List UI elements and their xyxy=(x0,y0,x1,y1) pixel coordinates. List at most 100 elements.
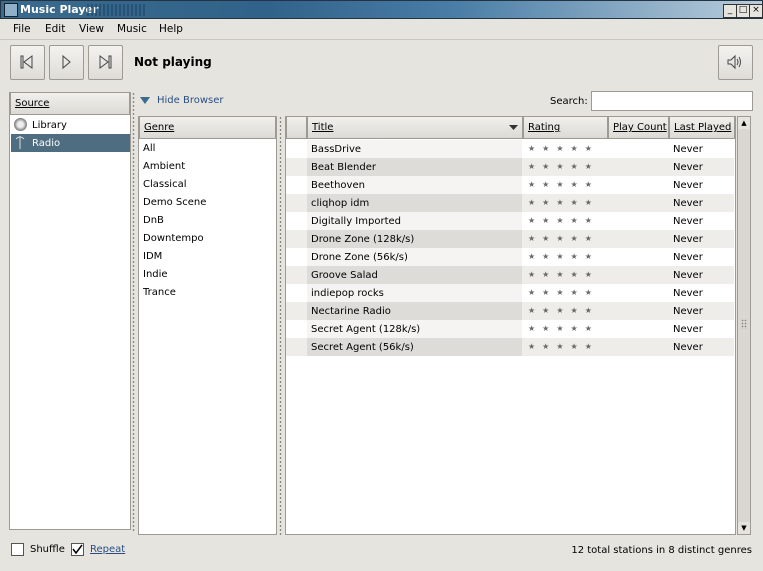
toolbar: Not playing xyxy=(0,40,763,87)
station-rating[interactable]: ★★★★★ xyxy=(528,270,599,279)
table-row[interactable]: cliqhop idm ★★★★★ Never xyxy=(286,194,734,212)
station-last-played: Never xyxy=(673,234,703,245)
playback-status: Not playing xyxy=(134,55,212,69)
station-last-played: Never xyxy=(673,144,703,155)
menu-help[interactable]: Help xyxy=(159,23,183,35)
genre-item[interactable]: Classical xyxy=(143,179,187,190)
station-last-played: Never xyxy=(673,306,703,317)
table-row[interactable]: Groove Salad ★★★★★ Never xyxy=(286,266,734,284)
search-label: Search: xyxy=(550,96,588,107)
next-button[interactable] xyxy=(88,45,123,80)
table-row[interactable]: BassDrive ★★★★★ Never xyxy=(286,140,734,158)
station-last-played: Never xyxy=(673,324,703,335)
station-rating[interactable]: ★★★★★ xyxy=(528,144,599,153)
last-played-column-header[interactable]: Last Played xyxy=(669,117,735,139)
app-icon xyxy=(4,3,18,17)
shuffle-checkbox[interactable] xyxy=(11,543,24,556)
station-last-played: Never xyxy=(673,162,703,173)
station-title: Secret Agent (128k/s) xyxy=(311,324,421,335)
scroll-down-button[interactable]: ▼ xyxy=(738,522,750,534)
genre-pane-splitter[interactable] xyxy=(279,116,282,535)
genre-item[interactable]: Demo Scene xyxy=(143,197,206,208)
genre-item[interactable]: Trance xyxy=(143,287,176,298)
station-rating[interactable]: ★★★★★ xyxy=(528,162,599,171)
station-rating[interactable]: ★★★★★ xyxy=(528,288,599,297)
scroll-grip-icon xyxy=(741,319,747,329)
repeat-checkbox[interactable] xyxy=(71,543,84,556)
station-last-played: Never xyxy=(673,180,703,191)
menu-edit[interactable]: Edit xyxy=(45,23,65,35)
station-title: Groove Salad xyxy=(311,270,378,281)
checkmark-icon xyxy=(72,544,83,555)
source-item-library[interactable]: Library xyxy=(11,116,130,134)
status-column-header[interactable] xyxy=(286,117,307,139)
table-row[interactable]: Secret Agent (56k/s) ★★★★★ Never xyxy=(286,338,734,356)
source-column-header[interactable]: Source xyxy=(10,93,130,115)
station-title: cliqhop idm xyxy=(311,198,370,209)
maximize-button[interactable]: □ xyxy=(736,4,750,18)
station-rating[interactable]: ★★★★★ xyxy=(528,324,599,333)
source-list: Source Library Radio xyxy=(9,92,131,530)
station-rating[interactable]: ★★★★★ xyxy=(528,342,599,351)
station-rating[interactable]: ★★★★★ xyxy=(528,198,599,207)
hide-browser-label: Hide Browser xyxy=(157,95,224,106)
search-input[interactable] xyxy=(591,91,753,111)
station-title: Digitally Imported xyxy=(311,216,401,227)
station-scrollbar[interactable]: ▲ ▼ xyxy=(737,116,751,535)
station-rating[interactable]: ★★★★★ xyxy=(528,234,599,243)
station-title: Nectarine Radio xyxy=(311,306,391,317)
genre-item[interactable]: IDM xyxy=(143,251,162,262)
play-button[interactable] xyxy=(49,45,84,80)
play-count-column-header[interactable]: Play Count xyxy=(608,117,669,139)
next-icon xyxy=(99,55,112,69)
minimize-button[interactable]: _ xyxy=(723,4,737,18)
genre-item[interactable]: DnB xyxy=(143,215,164,226)
menu-file[interactable]: File xyxy=(13,23,31,35)
station-list: Title Rating Play Count Last Played Bass… xyxy=(285,116,736,535)
source-item-radio[interactable]: Radio xyxy=(11,134,130,152)
station-title: indiepop rocks xyxy=(311,288,384,299)
table-row[interactable]: Beat Blender ★★★★★ Never xyxy=(286,158,734,176)
shuffle-label[interactable]: Shuffle xyxy=(30,544,65,555)
station-title: Drone Zone (128k/s) xyxy=(311,234,415,245)
table-row[interactable]: Drone Zone (128k/s) ★★★★★ Never xyxy=(286,230,734,248)
table-row[interactable]: Nectarine Radio ★★★★★ Never xyxy=(286,302,734,320)
genre-item[interactable]: Downtempo xyxy=(143,233,204,244)
table-row[interactable]: Beethoven ★★★★★ Never xyxy=(286,176,734,194)
station-last-played: Never xyxy=(673,252,703,263)
table-row[interactable]: Drone Zone (56k/s) ★★★★★ Never xyxy=(286,248,734,266)
station-title: BassDrive xyxy=(311,144,362,155)
station-rating[interactable]: ★★★★★ xyxy=(528,306,599,315)
station-last-played: Never xyxy=(673,342,703,353)
title-column-header[interactable]: Title xyxy=(307,117,523,139)
station-count-status: 12 total stations in 8 distinct genres xyxy=(571,545,752,556)
station-last-played: Never xyxy=(673,270,703,281)
genre-item[interactable]: All xyxy=(143,143,155,154)
station-last-played: Never xyxy=(673,216,703,227)
close-button[interactable]: × xyxy=(749,4,763,18)
station-rating[interactable]: ★★★★★ xyxy=(528,252,599,261)
scroll-up-button[interactable]: ▲ xyxy=(738,117,750,129)
previous-button[interactable] xyxy=(10,45,45,80)
station-title: Beethoven xyxy=(311,180,365,191)
table-row[interactable]: Digitally Imported ★★★★★ Never xyxy=(286,212,734,230)
window-titlebar[interactable]: Music Player _ □ × xyxy=(0,0,763,19)
genre-column-header[interactable]: Genre xyxy=(139,117,276,139)
table-row[interactable]: Secret Agent (128k/s) ★★★★★ Never xyxy=(286,320,734,338)
menu-music[interactable]: Music xyxy=(117,23,147,35)
repeat-label[interactable]: Repeat xyxy=(90,544,125,555)
station-title: Beat Blender xyxy=(311,162,376,173)
menu-view[interactable]: View xyxy=(79,23,104,35)
volume-button[interactable] xyxy=(718,45,753,80)
station-last-played: Never xyxy=(673,198,703,209)
source-pane-splitter[interactable] xyxy=(132,92,135,532)
previous-icon xyxy=(20,55,33,69)
genre-item[interactable]: Indie xyxy=(143,269,168,280)
rating-column-header[interactable]: Rating xyxy=(523,117,608,139)
genre-item[interactable]: Ambient xyxy=(143,161,185,172)
station-last-played: Never xyxy=(673,288,703,299)
table-row[interactable]: indiepop rocks ★★★★★ Never xyxy=(286,284,734,302)
station-title: Secret Agent (56k/s) xyxy=(311,342,414,353)
station-rating[interactable]: ★★★★★ xyxy=(528,180,599,189)
station-rating[interactable]: ★★★★★ xyxy=(528,216,599,225)
